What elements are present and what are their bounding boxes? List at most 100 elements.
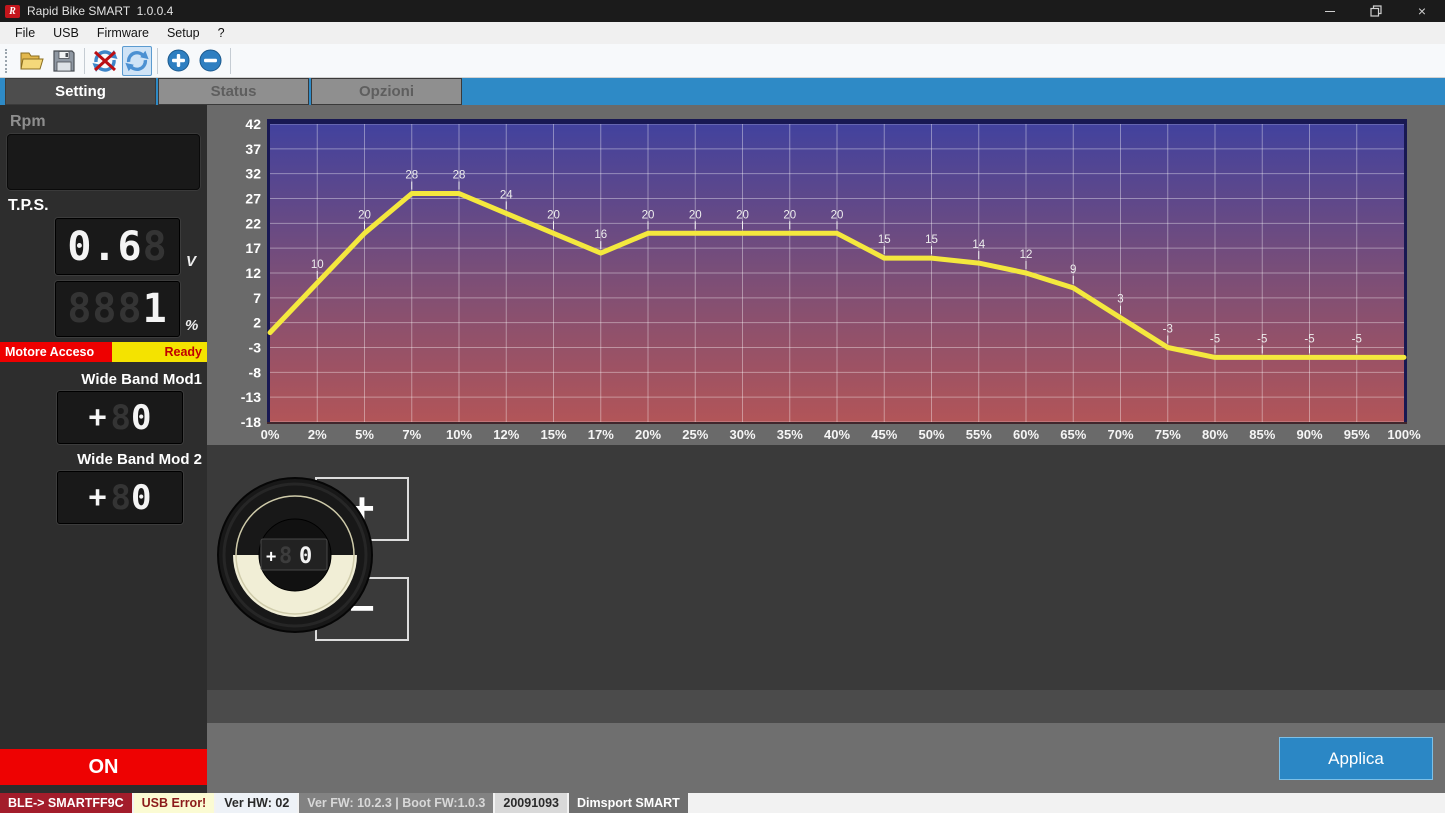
open-file-button[interactable] xyxy=(17,46,47,76)
svg-text:25%: 25% xyxy=(682,427,708,442)
tab-opzioni[interactable]: Opzioni xyxy=(311,78,462,105)
knob-sign: + xyxy=(266,547,276,567)
tuning-curve-plot[interactable]: 1020282824201620202020201515141293-3-5-5… xyxy=(207,105,1445,445)
toolbar-separator xyxy=(157,48,158,74)
svg-text:20: 20 xyxy=(358,209,371,221)
svg-text:28: 28 xyxy=(405,170,418,182)
status-serial: 20091093 xyxy=(495,793,567,813)
sync-button[interactable] xyxy=(122,46,152,76)
ghost-segment: 888 xyxy=(67,286,142,332)
spacer-band xyxy=(207,690,1445,723)
svg-text:12: 12 xyxy=(1020,249,1033,261)
disconnect-button[interactable] xyxy=(90,46,120,76)
zoom-in-button[interactable] xyxy=(163,46,193,76)
svg-text:50%: 50% xyxy=(918,427,944,442)
status-ble: BLE-> SMARTFF9C xyxy=(0,793,132,813)
svg-text:90%: 90% xyxy=(1296,427,1322,442)
adjust-panel: + − + 8 0 xyxy=(207,445,1445,690)
wideband1-label: Wide Band Mod1 xyxy=(81,371,202,388)
svg-text:-3: -3 xyxy=(249,340,262,356)
engine-status-right: Ready xyxy=(112,342,207,362)
svg-text:37: 37 xyxy=(245,141,261,157)
adjust-knob[interactable]: + 8 0 xyxy=(215,475,375,635)
svg-text:-13: -13 xyxy=(241,389,261,405)
svg-text:7: 7 xyxy=(253,290,261,306)
svg-text:30%: 30% xyxy=(729,427,755,442)
svg-text:95%: 95% xyxy=(1344,427,1370,442)
save-icon xyxy=(52,49,76,73)
svg-text:-5: -5 xyxy=(1304,333,1314,345)
menu-bar: FileUSBFirmwareSetup? xyxy=(0,22,1445,44)
svg-text:28: 28 xyxy=(453,170,466,182)
sidebar-panel: Rpm T.P.S. 0.68 V 8881 % Motore Acceso R… xyxy=(0,105,207,793)
menu-item-firmware[interactable]: Firmware xyxy=(88,22,158,44)
tab-status[interactable]: Status xyxy=(158,78,309,105)
save-button[interactable] xyxy=(49,46,79,76)
svg-text:35%: 35% xyxy=(777,427,803,442)
app-logo-icon: R xyxy=(5,5,20,18)
rpm-label: Rpm xyxy=(10,113,46,131)
title-bar: R Rapid Bike SMART 1.0.0.4 × xyxy=(0,0,1445,22)
zoom-out-icon xyxy=(199,49,222,72)
menu-item-setup[interactable]: Setup xyxy=(158,22,209,44)
tuning-chart-area[interactable]: 1020282824201620202020201515141293-3-5-5… xyxy=(207,105,1445,445)
svg-text:20: 20 xyxy=(642,209,655,221)
svg-text:0%: 0% xyxy=(261,427,280,442)
apply-button[interactable]: Applica xyxy=(1279,737,1433,780)
wideband2-value: 0 xyxy=(131,478,151,518)
main-content: 1020282824201620202020201515141293-3-5-5… xyxy=(207,105,1445,793)
svg-text:20: 20 xyxy=(831,209,844,221)
wideband2-label: Wide Band Mod 2 xyxy=(77,451,202,468)
svg-text:20: 20 xyxy=(689,209,702,221)
svg-text:-3: -3 xyxy=(1163,324,1173,336)
svg-text:10: 10 xyxy=(311,259,324,271)
zoom-in-icon xyxy=(167,49,190,72)
maximize-button[interactable] xyxy=(1353,0,1399,22)
svg-text:14: 14 xyxy=(972,239,985,251)
menu-item-help[interactable]: ? xyxy=(209,22,234,44)
svg-text:20: 20 xyxy=(783,209,796,221)
status-ver-fw: Ver FW: 10.2.3 | Boot FW:1.0.3 xyxy=(299,793,493,813)
tab-setting[interactable]: Setting xyxy=(5,78,156,105)
svg-text:2: 2 xyxy=(253,315,261,331)
status-device: Dimsport SMART xyxy=(569,793,688,813)
svg-text:10%: 10% xyxy=(446,427,472,442)
close-button[interactable]: × xyxy=(1399,0,1445,22)
svg-text:5%: 5% xyxy=(355,427,374,442)
svg-text:12%: 12% xyxy=(493,427,519,442)
svg-text:70%: 70% xyxy=(1107,427,1133,442)
knob-value: 0 xyxy=(299,544,312,569)
svg-text:15: 15 xyxy=(878,234,891,246)
ghost-segment: 8 xyxy=(279,544,292,569)
action-band: Applica xyxy=(207,723,1445,793)
minimize-button[interactable] xyxy=(1307,0,1353,22)
tps-voltage-value: 0.6 xyxy=(67,224,142,270)
svg-text:-5: -5 xyxy=(1257,333,1267,345)
wideband2-display: +80 xyxy=(57,471,183,524)
tps-percent-display: 8881 xyxy=(55,281,180,337)
ghost-segment: 8 xyxy=(143,224,168,270)
svg-text:22: 22 xyxy=(245,215,261,231)
svg-text:27: 27 xyxy=(245,191,261,207)
svg-text:15: 15 xyxy=(925,234,938,246)
svg-text:2%: 2% xyxy=(308,427,327,442)
power-on-button[interactable]: ON xyxy=(0,749,207,785)
engine-status-strip: Motore Acceso Ready xyxy=(0,342,207,362)
svg-text:20: 20 xyxy=(547,209,560,221)
svg-text:16: 16 xyxy=(594,229,607,241)
zoom-out-button[interactable] xyxy=(195,46,225,76)
svg-text:24: 24 xyxy=(500,189,513,201)
toolbar-grip[interactable] xyxy=(5,49,10,73)
open-folder-icon xyxy=(19,49,45,73)
wideband2-sign: + xyxy=(88,480,106,515)
svg-text:-8: -8 xyxy=(249,364,262,380)
menu-item-file[interactable]: File xyxy=(6,22,44,44)
tps-label: T.P.S. xyxy=(8,197,49,215)
ghost-segment: 8 xyxy=(111,478,131,518)
tps-percent-value: 1 xyxy=(143,286,168,332)
svg-text:32: 32 xyxy=(245,166,261,182)
svg-text:7%: 7% xyxy=(402,427,421,442)
svg-text:3: 3 xyxy=(1117,294,1123,306)
menu-item-usb[interactable]: USB xyxy=(44,22,88,44)
svg-text:45%: 45% xyxy=(871,427,897,442)
